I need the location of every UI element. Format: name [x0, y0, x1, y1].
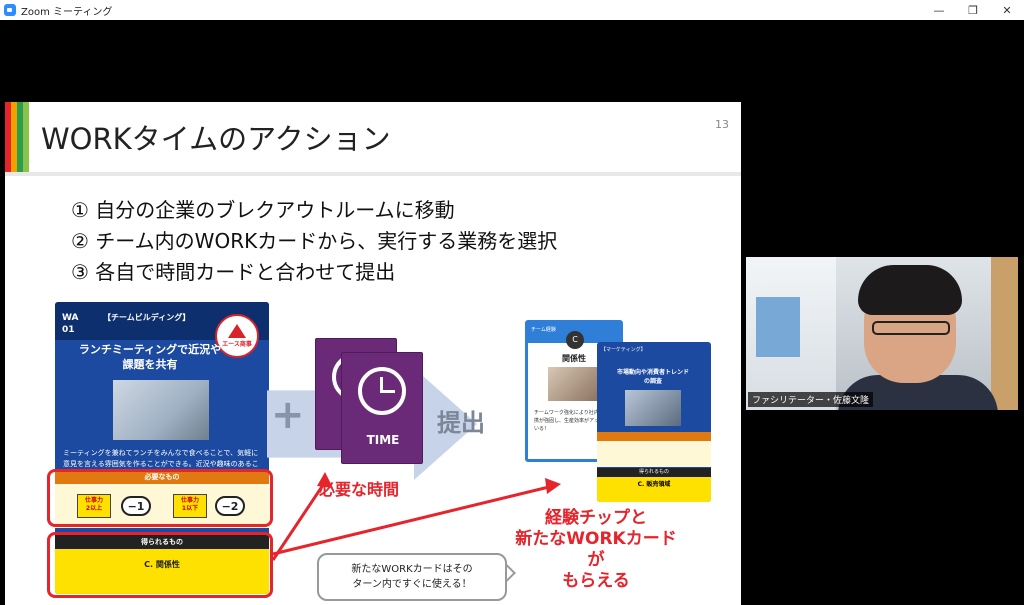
participant-name: ファシリテーター・佐藤文隆 [748, 392, 874, 407]
title-stripes [5, 102, 31, 176]
step-2: ② チーム内のWORKカードから、実行する業務を選択 [71, 229, 558, 253]
background-panel [756, 297, 800, 357]
new-card-category: 【マーケティング】 [601, 347, 646, 353]
presentation-slide: WORKタイムのアクション 13 ① 自分の企業のブレクアウトルームに移動 ② … [5, 102, 741, 605]
title-bar: Zoom ミーティング — ❐ ✕ [0, 0, 1024, 20]
highlight-rewards [47, 532, 273, 598]
plus-sign: + [271, 392, 305, 438]
highlight-requirements [47, 469, 273, 527]
glasses-icon [872, 321, 950, 335]
new-card-get-label: 得られるもの [597, 468, 711, 477]
work-card-photo [113, 380, 209, 440]
slide-page-number: 13 [715, 118, 729, 131]
new-card-requirements [597, 441, 711, 467]
title-divider [5, 172, 741, 176]
shared-screen-area: WORKタイムのアクション 13 ① 自分の企業のブレクアウトルームに移動 ② … [0, 20, 1024, 605]
new-card-photo [625, 390, 681, 426]
work-card-name: ランチミーティングで近況や課題を共有 [78, 343, 222, 371]
window-title: Zoom ミーティング [21, 6, 113, 18]
submit-label: 提出 [437, 409, 485, 437]
background-wood [991, 257, 1018, 410]
work-card-id: WA 01 [62, 313, 79, 335]
participant-video[interactable]: ファシリテーター・佐藤文隆 [746, 257, 1018, 410]
close-button[interactable]: ✕ [990, 0, 1024, 20]
chip-letter: C [566, 331, 584, 349]
new-card-get-value: C. 販売領域 [597, 477, 711, 502]
new-work-card: 【マーケティング】 市場動向や消費者トレンドの調査 得られるもの C. 販売領域 [597, 342, 711, 502]
step-3: ③ 各自で時間カードと合わせて提出 [71, 260, 396, 284]
step-1: ① 自分の企業のブレクアウトルームに移動 [71, 198, 455, 222]
restore-button[interactable]: ❐ [956, 0, 990, 20]
new-card-need-band [597, 432, 711, 441]
minimize-button[interactable]: — [922, 0, 956, 20]
work-card-category: 【チームビルディング】 [103, 313, 191, 322]
new-card-title: 市場動向や消費者トレンドの調査 [617, 369, 690, 385]
steps-list: ① 自分の企業のブレクアウトルームに移動 ② チーム内のWORKカードから、実行… [71, 195, 557, 288]
reward-caption: 経験チップと 新たなWORKカードが もらえる [515, 508, 677, 591]
speech-bubble: 新たなWORKカードはその ターン内ですぐに使える！ [317, 553, 507, 601]
chip-photo [548, 367, 600, 401]
zoom-logo-icon [4, 4, 16, 16]
clock-icon [358, 367, 406, 415]
slide-title: WORKタイムのアクション [41, 122, 391, 156]
window-controls: — ❐ ✕ [922, 0, 1024, 20]
participant-hair [858, 265, 962, 315]
